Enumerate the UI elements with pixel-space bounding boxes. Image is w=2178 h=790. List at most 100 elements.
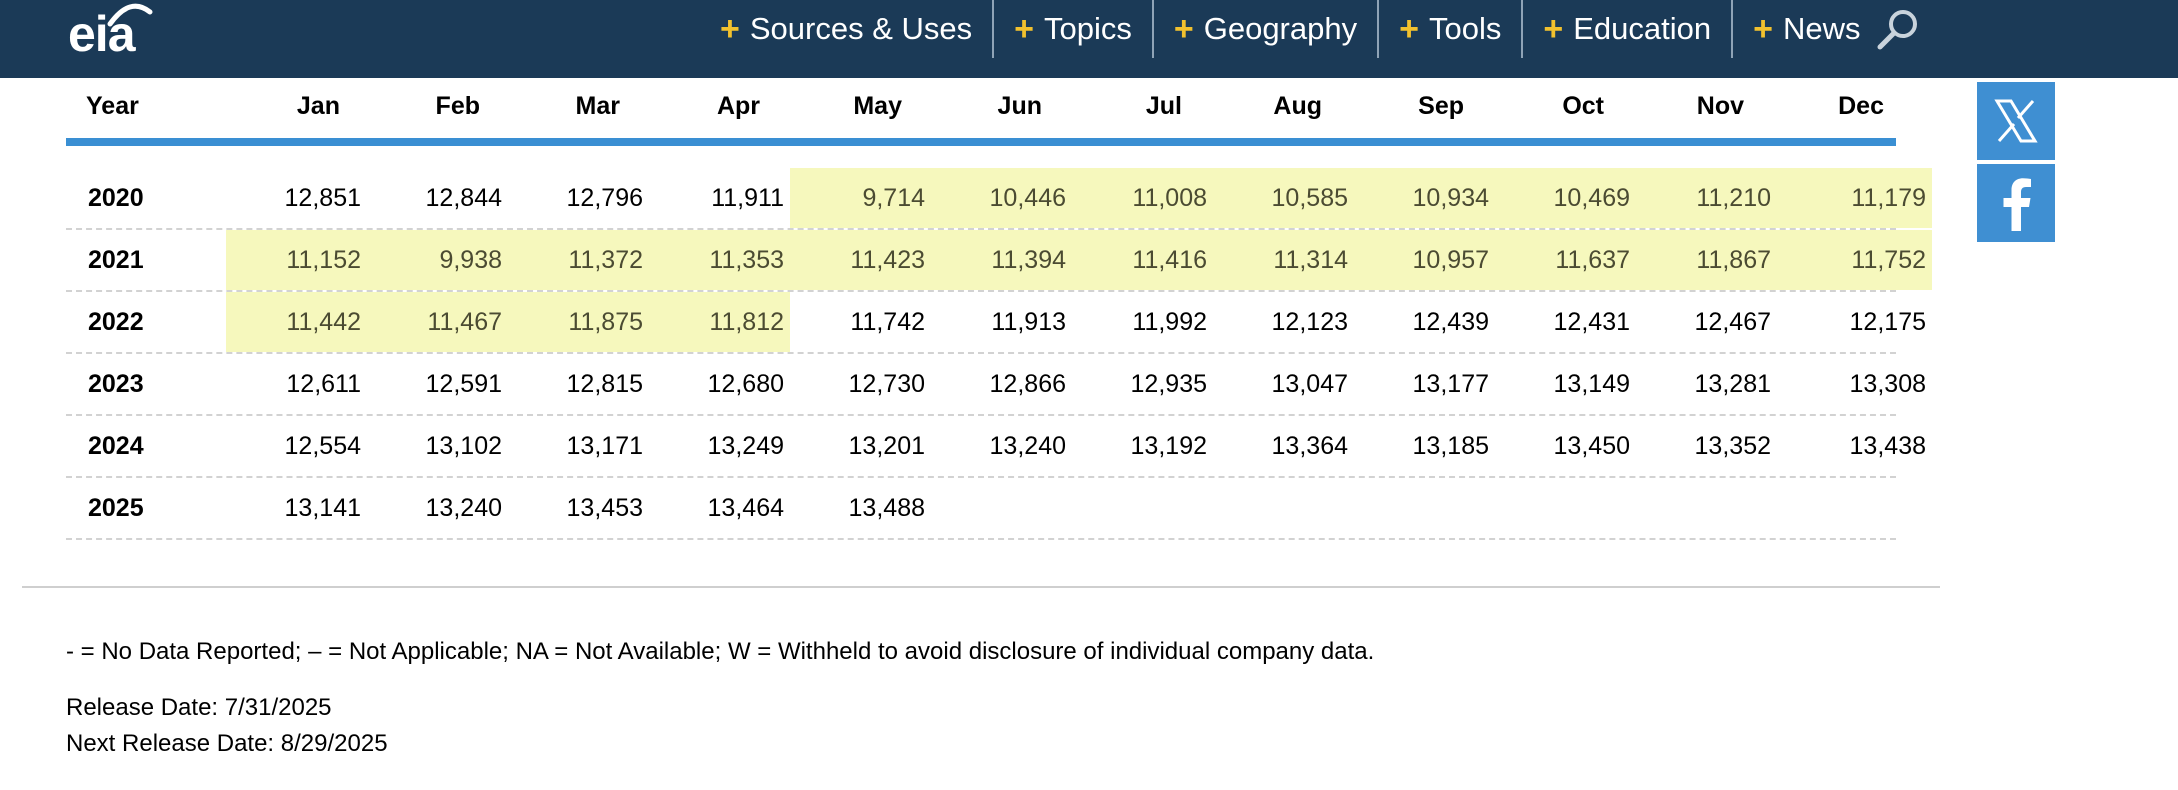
- table-cell: [1072, 478, 1213, 538]
- row-year: 2023: [88, 370, 144, 398]
- column-header-mar: Mar: [575, 92, 620, 120]
- row-year: 2025: [88, 494, 144, 522]
- table-cell: 12,844: [425, 184, 502, 212]
- section-divider: [22, 586, 1940, 588]
- nav-tools[interactable]: + Tools: [1379, 0, 1524, 58]
- share-facebook-button[interactable]: [1977, 164, 2055, 242]
- table-cell: 10,585: [1213, 168, 1354, 228]
- plus-icon: +: [1399, 10, 1419, 48]
- table-cell: 11,911: [711, 184, 784, 212]
- table-cell: 12,851: [284, 184, 361, 212]
- x-logo-icon: [1994, 99, 2038, 143]
- nav-geography[interactable]: + Geography: [1154, 0, 1380, 58]
- column-header-jul: Jul: [1145, 92, 1182, 120]
- nav-label: Geography: [1203, 11, 1358, 46]
- table-cell: [1354, 478, 1495, 538]
- table-cell: 11,210: [1636, 168, 1777, 228]
- table-cell: 13,201: [848, 432, 925, 460]
- table-cell: 11,752: [1777, 230, 1932, 290]
- table-cell: 11,742: [850, 308, 925, 336]
- table-cell: 11,152: [226, 230, 367, 290]
- table-cell: 13,185: [1412, 432, 1489, 460]
- table-cell: 11,394: [931, 230, 1072, 290]
- table-cell: 11,875: [508, 292, 649, 352]
- table-cell: 13,171: [566, 432, 643, 460]
- column-header-apr: Apr: [716, 92, 760, 120]
- row-year: 2021: [88, 246, 144, 274]
- column-header-sep: Sep: [1418, 92, 1464, 120]
- plus-icon: +: [720, 10, 740, 48]
- table-cell: 13,438: [1849, 432, 1926, 460]
- table-cell: 13,464: [707, 494, 784, 522]
- row-year: 2022: [88, 308, 144, 336]
- table-row: 2025 13,141 13,240 13,453 13,464 13,488: [66, 478, 1896, 540]
- plus-icon: +: [1543, 10, 1564, 48]
- search-icon[interactable]: [1874, 6, 1922, 54]
- table-cell: 13,308: [1849, 370, 1926, 398]
- plus-icon: +: [1014, 10, 1034, 48]
- table-cell: 11,442: [226, 292, 367, 352]
- table-cell: 11,913: [991, 308, 1066, 336]
- row-year: 2024: [88, 432, 144, 460]
- table-cell: [1777, 478, 1932, 538]
- column-header-jun: Jun: [997, 92, 1042, 120]
- table-row: 2021 11,152 9,938 11,372 11,353 11,423 11,394 1…: [66, 230, 1932, 292]
- legend-note: - = No Data Reported; – = Not Applicable…: [66, 638, 1375, 665]
- table-cell: 12,796: [566, 184, 643, 212]
- nav-education[interactable]: + Education: [1523, 0, 1734, 58]
- table-cell: [1495, 478, 1636, 538]
- next-release-date: Next Release Date: 8/29/2025: [66, 730, 388, 757]
- nav-sources-uses[interactable]: + Sources & Uses: [700, 0, 995, 58]
- nav-label: Topics: [1043, 11, 1132, 46]
- table-cell: 13,141: [284, 494, 361, 522]
- table-cell: 13,281: [1694, 370, 1771, 398]
- table-cell: 12,123: [1271, 308, 1348, 336]
- table-cell: 9,938: [367, 230, 508, 290]
- nav-news[interactable]: + News: [1733, 0, 1880, 58]
- column-header-dec: Dec: [1838, 92, 1884, 120]
- table-header: Year Jan Feb Mar Apr May Jun Jul Aug Sep…: [66, 78, 1896, 146]
- column-header-aug: Aug: [1273, 92, 1322, 120]
- data-table: Year Jan Feb Mar Apr May Jun Jul Aug Sep…: [66, 78, 1932, 540]
- table-cell: 13,102: [425, 432, 502, 460]
- nav-label: Sources & Uses: [749, 11, 973, 46]
- table-cell: 11,637: [1495, 230, 1636, 290]
- table-cell: 11,867: [1636, 230, 1777, 290]
- table-cell: 13,047: [1271, 370, 1348, 398]
- release-date: Release Date: 7/31/2025: [66, 694, 332, 721]
- table-cell: 11,372: [508, 230, 649, 290]
- table-cell: 11,353: [649, 230, 790, 290]
- table-cell: 11,008: [1072, 168, 1213, 228]
- table-cell: 10,934: [1354, 168, 1495, 228]
- top-navigation-bar: eia + Sources & Uses + Topics + Geograph…: [0, 0, 2178, 78]
- column-header-may: May: [853, 92, 902, 120]
- table-cell: [1213, 478, 1354, 538]
- column-header-feb: Feb: [435, 92, 480, 120]
- nav-label: Tools: [1428, 11, 1502, 46]
- table-cell: 13,453: [566, 494, 643, 522]
- table-cell: 12,554: [284, 432, 361, 460]
- table-cell: [1636, 478, 1777, 538]
- table-cell: 11,314: [1213, 230, 1354, 290]
- column-header-year: Year: [86, 92, 139, 120]
- nav-topics[interactable]: + Topics: [994, 0, 1154, 58]
- table-cell: 12,815: [566, 370, 643, 398]
- plus-icon: +: [1173, 10, 1194, 48]
- table-row: 2023 12,611 12,591 12,815 12,680 12,730 12,866…: [66, 354, 1926, 416]
- table-cell: 11,423: [790, 230, 931, 290]
- share-x-button[interactable]: [1977, 82, 2055, 160]
- table-cell: 13,364: [1271, 432, 1348, 460]
- table-cell: 12,439: [1412, 308, 1489, 336]
- table-cell: 13,240: [989, 432, 1066, 460]
- facebook-icon: [2003, 178, 2031, 231]
- table-cell: 12,611: [286, 370, 361, 398]
- table-cell: 10,469: [1495, 168, 1636, 228]
- table-cell: 13,352: [1694, 432, 1771, 460]
- table-cell: 12,175: [1849, 308, 1926, 336]
- table-cell: 13,450: [1553, 432, 1630, 460]
- table-cell: 11,416: [1072, 230, 1213, 290]
- table-cell: 11,179: [1777, 168, 1932, 228]
- plus-icon: +: [1753, 10, 1773, 48]
- table-row: 2024 12,554 13,102 13,171 13,249 13,201 13,240…: [66, 416, 1926, 478]
- table-row: 2022 11,442 11,467 11,875 11,812 11,742 11,913…: [66, 292, 1926, 354]
